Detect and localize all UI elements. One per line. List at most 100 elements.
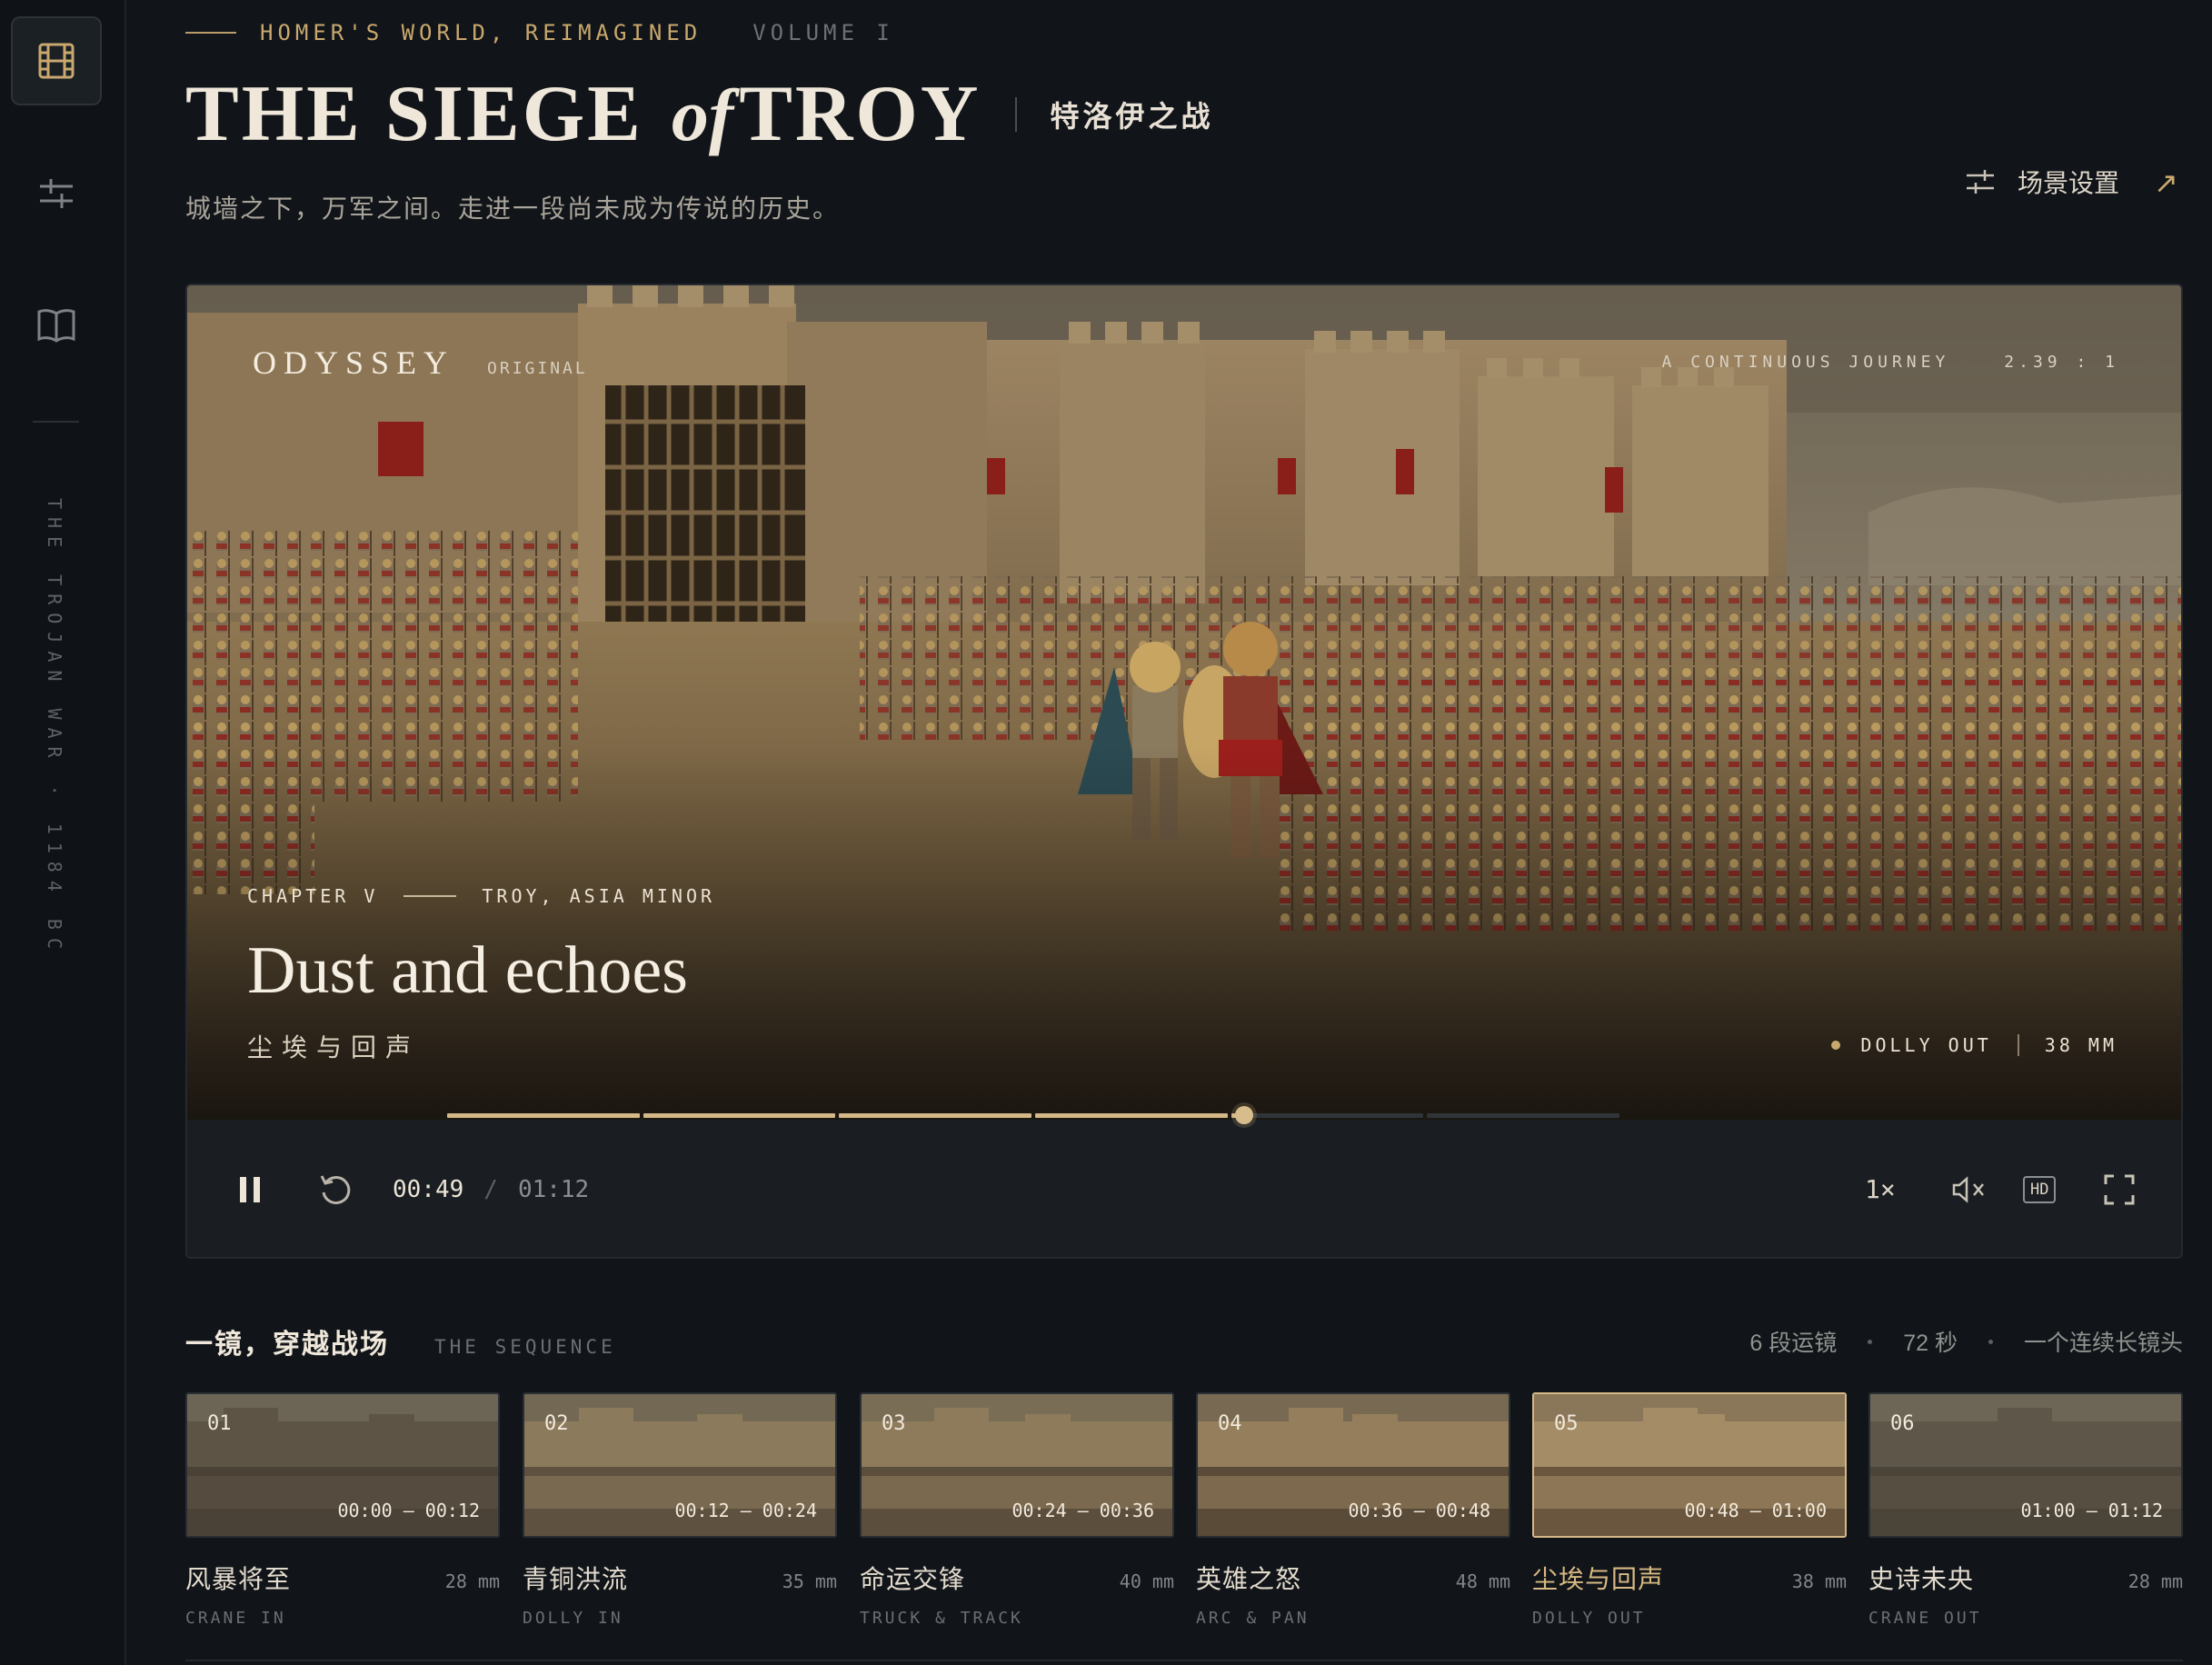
shot-card[interactable]: 04 00:36 – 00:48 英雄之怒 48 mm ARC & PAN (1196, 1392, 1510, 1628)
shot-number: 06 (1890, 1412, 1915, 1435)
book-icon (37, 309, 75, 343)
shot-timecode: 00:48 – 01:00 (1684, 1500, 1827, 1521)
hd-badge: HD (2023, 1175, 2057, 1203)
shot-timecode: 00:12 – 00:24 (674, 1500, 817, 1521)
shot-timecode: 00:00 – 00:12 (337, 1500, 480, 1521)
chapter-rule (404, 895, 457, 897)
external-link-icon[interactable]: ↗ (2154, 165, 2178, 200)
title-part-1: THE SIEGE (185, 70, 666, 158)
chapter-label: CHAPTER V (247, 885, 379, 907)
progress-segment[interactable] (1035, 1113, 1228, 1118)
kicker-text: HOMER'S WORLD, REIMAGINED (260, 20, 702, 45)
scene-title: Dust and echoes (247, 933, 688, 1008)
progress-segment[interactable] (839, 1113, 1032, 1118)
shot-camera-move: CRANE IN (185, 1609, 286, 1628)
video-frame[interactable]: ODYSSEY ORIGINAL A CONTINUOUS JOURNEY 2.… (187, 285, 2181, 1120)
stat-dot (1868, 1339, 1873, 1344)
shot-thumbnail[interactable]: 02 00:12 – 00:24 (523, 1392, 837, 1538)
shot-focal-length: 40 mm (1119, 1570, 1174, 1592)
shot-thumbnail[interactable]: 03 00:24 – 00:36 (860, 1392, 1174, 1538)
journey-label: A CONTINUOUS JOURNEY (1661, 353, 1950, 372)
current-time: 00:49 (393, 1175, 464, 1203)
speed-button[interactable]: 1× (1865, 1120, 1896, 1257)
replay-button[interactable] (318, 1120, 353, 1257)
sidebar-item-book[interactable] (11, 280, 102, 369)
shot-name: 尘埃与回声 (1532, 1565, 1665, 1593)
location-label: TROY, ASIA MINOR (482, 885, 716, 907)
shot-focal-length: 48 mm (1455, 1570, 1510, 1592)
fullscreen-icon (2104, 1174, 2135, 1204)
page-subtitle: 城墙之下，万军之间。走进一段尚未成为传说的历史。 (185, 194, 841, 223)
shot-number: 01 (207, 1412, 232, 1435)
chapter-line: CHAPTER V TROY, ASIA MINOR (247, 885, 715, 907)
sequence-header: 一镜，穿越战场 THE SEQUENCE (185, 1321, 616, 1361)
shot-name: 风暴将至 (185, 1565, 292, 1593)
shot-camera-move: DOLLY IN (523, 1609, 623, 1628)
sidebar-item-settings[interactable] (11, 149, 102, 238)
shot-name-row: 英雄之怒 48 mm (1196, 1560, 1510, 1596)
sidebar-item-film[interactable] (11, 16, 102, 105)
shot-card[interactable]: 02 00:12 – 00:24 青铜洪流 35 mm DOLLY IN (523, 1392, 837, 1628)
shot-thumbnail[interactable]: 01 00:00 – 00:12 (185, 1392, 500, 1538)
shot-card[interactable]: 01 00:00 – 00:12 风暴将至 28 mm CRANE IN (185, 1392, 500, 1628)
camera-move: DOLLY OUT (1860, 1034, 1992, 1056)
shot-card[interactable]: 06 01:00 – 01:12 史诗未央 28 mm CRANE OUT (1868, 1392, 2183, 1628)
shot-camera-move: TRUCK & TRACK (860, 1609, 1023, 1628)
shot-camera-move: CRANE OUT (1868, 1609, 1982, 1628)
shot-timecode: 00:24 – 00:36 (1011, 1500, 1154, 1521)
stat-seconds: 72 秒 (1903, 1331, 1958, 1356)
progress-segment[interactable] (1427, 1113, 1620, 1118)
progress-fill (447, 1113, 640, 1118)
shot-name: 史诗未央 (1868, 1565, 1975, 1593)
brand-tag: ORIGINAL (487, 359, 588, 378)
progress-segment[interactable] (447, 1113, 640, 1118)
shot-number: 02 (544, 1412, 569, 1435)
time-separator: / (483, 1175, 498, 1203)
progress-segment[interactable] (1231, 1113, 1424, 1118)
aspect-ratio: 2.39 : 1 (2004, 353, 2119, 372)
shot-name-row: 命运交锋 40 mm (860, 1560, 1174, 1596)
progress-fill (1035, 1113, 1228, 1118)
shot-card[interactable]: 05 00:48 – 01:00 尘埃与回声 38 mm DOLLY OUT (1532, 1392, 1847, 1628)
total-time: 01:12 (517, 1175, 590, 1203)
shot-thumbnail[interactable]: 05 00:48 – 01:00 (1532, 1392, 1847, 1538)
hd-toggle[interactable]: HD (2023, 1120, 2057, 1257)
stat-take: 一个连续长镜头 (2023, 1331, 2183, 1356)
shot-focal-length: 28 mm (2127, 1570, 2183, 1592)
scene-settings-button[interactable]: 场景设置 (1965, 164, 2119, 200)
shot-timecode: 01:00 – 01:12 (2020, 1500, 2163, 1521)
time-display: 00:49 / 01:12 (393, 1120, 590, 1257)
shot-focal-length: 35 mm (782, 1570, 837, 1592)
progress-segment[interactable] (643, 1113, 836, 1118)
mute-button[interactable] (1950, 1120, 1988, 1257)
replay-icon (320, 1174, 351, 1204)
stat-dot (1988, 1339, 1993, 1344)
camera-separator (2017, 1034, 2019, 1056)
shot-name: 命运交锋 (860, 1565, 966, 1593)
film-icon (38, 43, 75, 79)
page-title-row: THE SIEGE ofTROY 特洛伊之战 (185, 75, 1213, 155)
sequence-stats: 6 段运镜 72 秒 一个连续长镜头 (1749, 1325, 2183, 1358)
sequence-subtitle: THE SEQUENCE (434, 1336, 616, 1358)
shot-thumbnail[interactable]: 06 01:00 – 01:12 (1868, 1392, 2183, 1538)
journey-caption: A CONTINUOUS JOURNEY 2.39 : 1 (1662, 353, 2119, 372)
shot-card[interactable]: 03 00:24 – 00:36 命运交锋 40 mm TRUCK & TRACK (860, 1392, 1174, 1628)
title-part-of: of (671, 74, 734, 156)
speed-label: 1× (1865, 1174, 1896, 1204)
title-part-2: TROY (739, 70, 981, 158)
shot-timecode: 00:36 – 00:48 (1348, 1500, 1490, 1521)
pause-button[interactable] (236, 1120, 264, 1257)
fullscreen-button[interactable] (2103, 1120, 2136, 1257)
progress-fill (643, 1113, 836, 1118)
shot-number: 04 (1218, 1412, 1242, 1435)
sliders-icon (1967, 170, 1994, 194)
title-separator (1015, 97, 1018, 132)
shot-name-row: 史诗未央 28 mm (1868, 1560, 2183, 1596)
header-kicker: HOMER'S WORLD, REIMAGINED VOLUME I (185, 20, 894, 45)
volume-muted-icon (1952, 1175, 1984, 1203)
progress-bar[interactable] (447, 1113, 1620, 1119)
camera-dot (1831, 1041, 1841, 1050)
shot-name-row: 尘埃与回声 38 mm (1532, 1560, 1847, 1596)
scene-title-cn: 尘埃与回声 (247, 1033, 421, 1062)
shot-thumbnail[interactable]: 04 00:36 – 00:48 (1196, 1392, 1510, 1538)
